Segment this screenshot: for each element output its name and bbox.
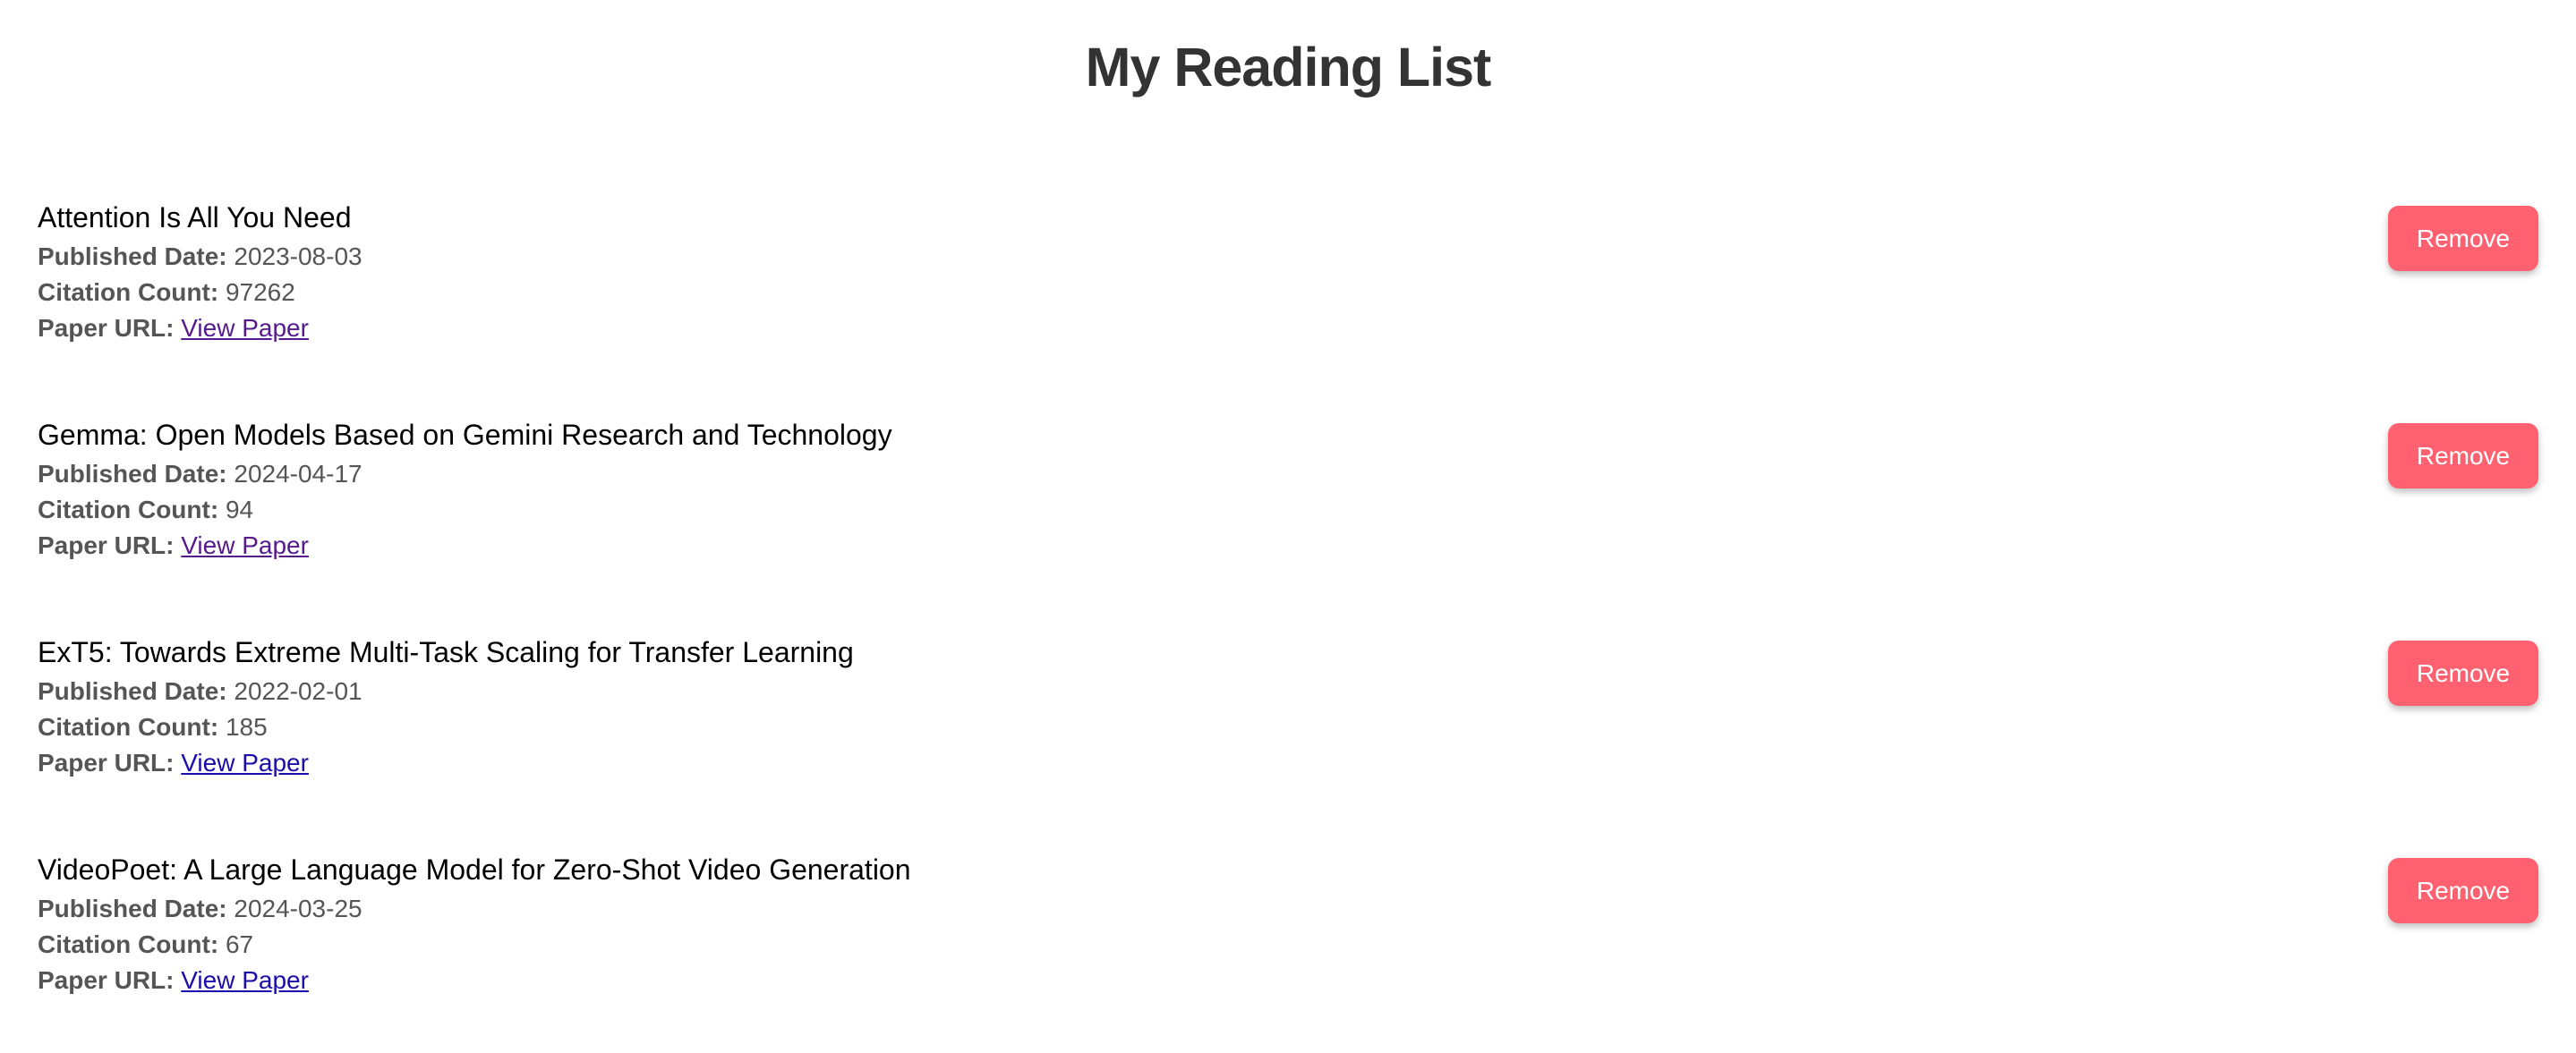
- published-date-line: Published Date: 2022-02-01: [38, 674, 2538, 709]
- citation-count-value: 185: [225, 713, 268, 741]
- citation-count-line: Citation Count: 94: [38, 492, 2538, 528]
- paper-item: Attention Is All You Need Published Date…: [38, 200, 2538, 401]
- citation-count-line: Citation Count: 67: [38, 927, 2538, 963]
- paper-item: Gemma: Open Models Based on Gemini Resea…: [38, 417, 2538, 618]
- paper-title: Gemma: Open Models Based on Gemini Resea…: [38, 419, 892, 451]
- citation-count-label: Citation Count:: [38, 713, 219, 741]
- view-paper-link[interactable]: View Paper: [181, 749, 309, 777]
- citation-count-value: 67: [225, 930, 254, 958]
- reading-list: Attention Is All You Need Published Date…: [38, 183, 2538, 1053]
- citation-count-value: 94: [225, 496, 254, 523]
- view-paper-link[interactable]: View Paper: [181, 314, 309, 342]
- paper-url-line: Paper URL: View Paper: [38, 963, 2538, 998]
- citation-count-line: Citation Count: 97262: [38, 275, 2538, 310]
- remove-button[interactable]: Remove: [2388, 858, 2538, 923]
- remove-button[interactable]: Remove: [2388, 641, 2538, 706]
- published-date-label: Published Date:: [38, 242, 227, 270]
- published-date-label: Published Date:: [38, 895, 227, 922]
- paper-url-line: Paper URL: View Paper: [38, 310, 2538, 346]
- citation-count-value: 97262: [225, 278, 295, 306]
- view-paper-link[interactable]: View Paper: [181, 531, 309, 559]
- paper-url-label: Paper URL:: [38, 966, 175, 994]
- view-paper-link[interactable]: View Paper: [181, 966, 309, 994]
- paper-url-label: Paper URL:: [38, 314, 175, 342]
- citation-count-line: Citation Count: 185: [38, 709, 2538, 745]
- remove-button[interactable]: Remove: [2388, 206, 2538, 271]
- paper-item: VideoPoet: A Large Language Model for Ze…: [38, 852, 2538, 1053]
- published-date-label: Published Date:: [38, 460, 227, 488]
- paper-url-line: Paper URL: View Paper: [38, 528, 2538, 564]
- paper-url-label: Paper URL:: [38, 749, 175, 777]
- paper-url-line: Paper URL: View Paper: [38, 745, 2538, 781]
- page-title: My Reading List: [1085, 37, 1492, 98]
- published-date-value: 2024-04-17: [234, 460, 363, 488]
- remove-button[interactable]: Remove: [2388, 423, 2538, 488]
- published-date-line: Published Date: 2023-08-03: [38, 239, 2538, 275]
- paper-title: Attention Is All You Need: [38, 201, 352, 234]
- citation-count-label: Citation Count:: [38, 930, 219, 958]
- published-date-label: Published Date:: [38, 677, 227, 705]
- published-date-value: 2022-02-01: [234, 677, 363, 705]
- published-date-line: Published Date: 2024-04-17: [38, 456, 2538, 492]
- published-date-value: 2024-03-25: [234, 895, 363, 922]
- published-date-line: Published Date: 2024-03-25: [38, 891, 2538, 927]
- paper-title: VideoPoet: A Large Language Model for Ze…: [38, 853, 911, 886]
- paper-item: ExT5: Towards Extreme Multi-Task Scaling…: [38, 634, 2538, 836]
- citation-count-label: Citation Count:: [38, 278, 219, 306]
- published-date-value: 2023-08-03: [234, 242, 363, 270]
- paper-title: ExT5: Towards Extreme Multi-Task Scaling…: [38, 636, 854, 668]
- paper-url-label: Paper URL:: [38, 531, 175, 559]
- citation-count-label: Citation Count:: [38, 496, 219, 523]
